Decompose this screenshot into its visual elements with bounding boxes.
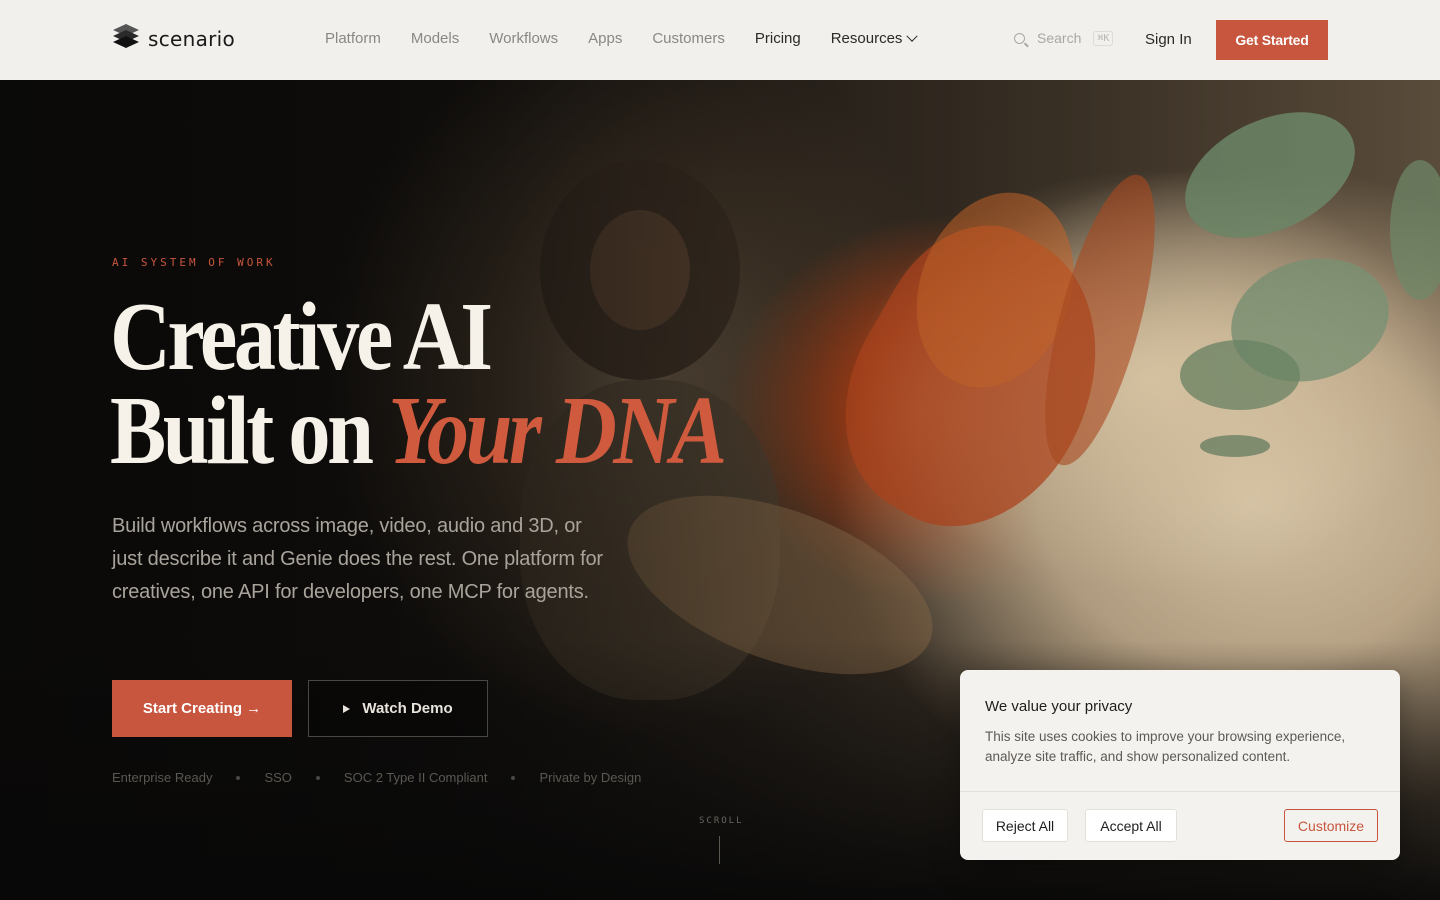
badge-private-by-design: Private by Design <box>539 770 642 785</box>
play-icon <box>343 704 351 713</box>
reject-all-button[interactable]: Reject All <box>982 809 1068 842</box>
top-navbar: scenario Platform Models Workflows Apps … <box>0 0 1440 80</box>
cookie-title: We value your privacy <box>985 698 1133 715</box>
nav-item-models[interactable]: Models <box>411 30 459 47</box>
search-shortcut: ⌘K <box>1093 30 1114 46</box>
separator-dot <box>236 775 241 780</box>
cookie-consent-banner: We value your privacy This site uses coo… <box>960 670 1400 860</box>
nav-item-workflows[interactable]: Workflows <box>489 30 558 47</box>
get-started-button[interactable]: Get Started <box>1216 20 1328 60</box>
accept-all-button[interactable]: Accept All <box>1085 809 1177 842</box>
customize-button[interactable]: Customize <box>1284 809 1378 842</box>
hero-title-line2: Built on <box>110 377 389 485</box>
scenario-logo-icon <box>112 24 140 54</box>
separator-dot <box>315 775 320 780</box>
scroll-indicator-label: SCROLL <box>699 816 744 826</box>
divider <box>960 791 1400 792</box>
trust-badges: Enterprise Ready SSO SOC 2 Type II Compl… <box>112 770 641 785</box>
hero-description: Build workflows across image, video, aud… <box>112 515 603 603</box>
brand-logo[interactable]: scenario <box>112 24 235 54</box>
cookie-description: This site uses cookies to improve your b… <box>985 729 1346 764</box>
watch-demo-button[interactable]: Watch Demo <box>308 680 488 737</box>
main-menu: Platform Models Workflows Apps Customers… <box>325 30 919 47</box>
search-label: Search <box>1037 30 1082 46</box>
chevron-down-icon <box>906 30 919 42</box>
brand-name: scenario <box>148 27 236 51</box>
search-button[interactable]: Search ⌘K <box>1014 30 1114 46</box>
hero-eyebrow: AI SYSTEM OF WORK <box>112 256 276 269</box>
separator-dot <box>511 775 516 780</box>
watch-demo-label: Watch Demo <box>362 700 453 717</box>
sign-in-link[interactable]: Sign In <box>1145 31 1192 48</box>
hero-title: Creative AI Built on Your DNA <box>110 288 727 480</box>
hero-title-accent: Your DNA <box>388 377 727 485</box>
nav-item-pricing[interactable]: Pricing <box>755 30 801 47</box>
badge-enterprise-ready: Enterprise Ready <box>112 770 213 785</box>
nav-item-platform[interactable]: Platform <box>325 30 381 47</box>
nav-item-resources[interactable]: Resources <box>830 30 919 47</box>
start-creating-button[interactable]: Start Creating → <box>112 680 292 737</box>
scroll-indicator-line <box>719 836 720 864</box>
nav-item-customers[interactable]: Customers <box>652 30 725 47</box>
nav-item-apps[interactable]: Apps <box>588 30 622 47</box>
badge-sso: SSO <box>264 770 292 785</box>
nav-item-resources-label: Resources <box>830 30 903 47</box>
search-icon <box>1014 32 1025 44</box>
hero-title-line1: Creative AI <box>110 283 493 391</box>
badge-soc2: SOC 2 Type II Compliant <box>343 770 488 785</box>
